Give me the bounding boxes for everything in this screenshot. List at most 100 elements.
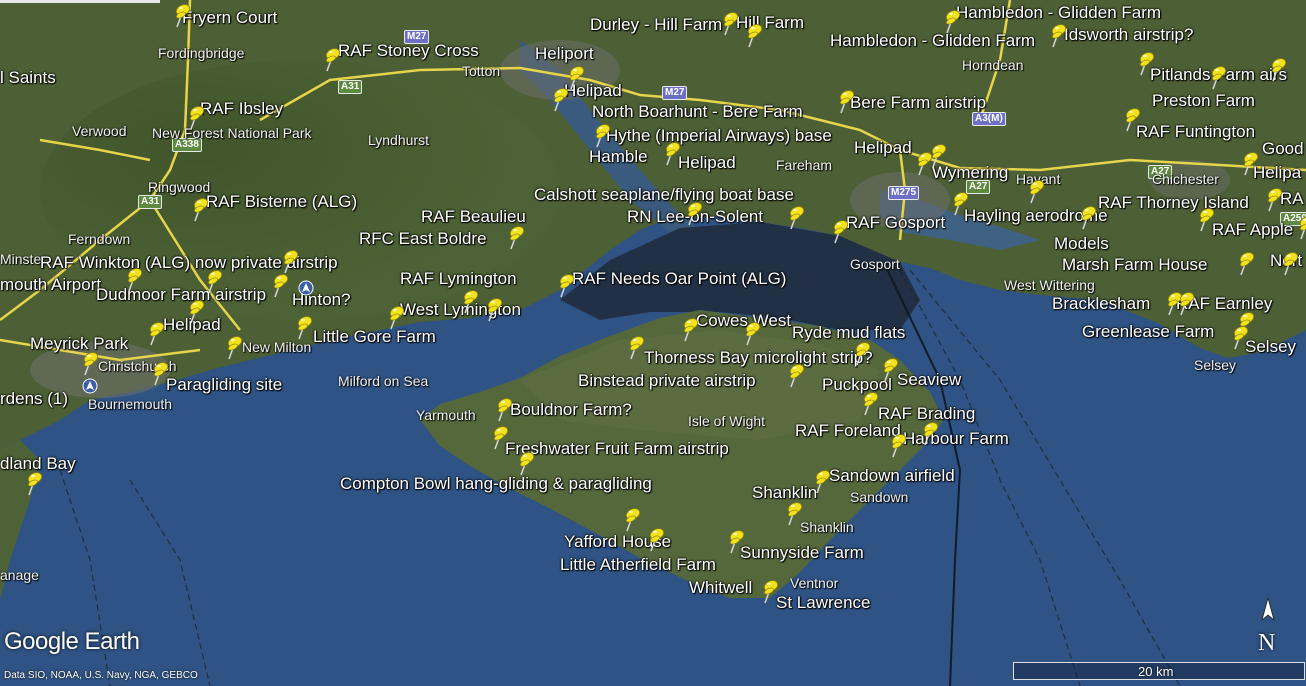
pushpin-icon[interactable] bbox=[506, 224, 528, 250]
placemark-label[interactable]: Good bbox=[1262, 140, 1304, 157]
pushpin-icon[interactable] bbox=[1136, 50, 1158, 76]
pushpin-icon[interactable] bbox=[484, 296, 506, 322]
placemark-label[interactable]: Durley - Hill Farm bbox=[590, 16, 722, 33]
pushpin-icon[interactable] bbox=[150, 360, 172, 386]
pushpin-icon[interactable] bbox=[1176, 290, 1198, 316]
pushpin-icon[interactable] bbox=[186, 104, 208, 130]
pushpin-icon[interactable] bbox=[322, 46, 344, 72]
placemark-label[interactable]: Calshott seaplane/flying boat base bbox=[534, 186, 794, 203]
pushpin-icon[interactable] bbox=[836, 88, 858, 114]
placemark-label[interactable]: Models bbox=[1054, 235, 1109, 252]
pushpin-icon[interactable] bbox=[460, 288, 482, 314]
placemark-label[interactable]: Idsworth airstrip? bbox=[1064, 26, 1193, 43]
placemark-label[interactable]: rdens (1) bbox=[0, 390, 68, 407]
placemark-label[interactable]: Marsh Farm House bbox=[1062, 256, 1207, 273]
placemark-label[interactable]: Preston Farm bbox=[1152, 92, 1255, 109]
pushpin-icon[interactable] bbox=[1280, 250, 1302, 276]
placemark-label[interactable]: RAF Beaulieu bbox=[421, 208, 526, 225]
pushpin-icon[interactable] bbox=[786, 204, 808, 230]
placemark-label[interactable]: Fryern Court bbox=[182, 9, 277, 26]
placemark-label[interactable]: RFC East Boldre bbox=[359, 230, 487, 247]
pushpin-icon[interactable] bbox=[556, 272, 578, 298]
pushpin-icon[interactable] bbox=[1230, 324, 1252, 350]
pushpin-icon[interactable] bbox=[490, 424, 512, 450]
pushpin-icon[interactable] bbox=[812, 468, 834, 494]
placemark-label[interactable]: Bracklesham bbox=[1052, 295, 1150, 312]
placemark-label[interactable]: Hambledon - Glidden Farm bbox=[956, 4, 1161, 21]
pushpin-icon[interactable] bbox=[742, 320, 764, 346]
placemark-label[interactable]: l Saints bbox=[0, 69, 56, 86]
placemark-label[interactable]: RAF Thorney Island bbox=[1098, 194, 1249, 211]
pushpin-icon[interactable] bbox=[888, 432, 910, 458]
pushpin-icon[interactable] bbox=[942, 8, 964, 34]
pushpin-icon[interactable] bbox=[880, 356, 902, 382]
placemark-label[interactable]: Ryde mud flats bbox=[792, 324, 905, 341]
pushpin-icon[interactable] bbox=[1078, 204, 1100, 230]
placemark-label[interactable]: RAF Funtington bbox=[1136, 123, 1255, 140]
placemark-label[interactable]: St Lawrence bbox=[776, 594, 871, 611]
placemark-label[interactable]: Little Atherfield Farm bbox=[560, 556, 716, 573]
placemark-label[interactable]: North Boarhunt - Bere Farm bbox=[592, 103, 803, 120]
pushpin-icon[interactable] bbox=[680, 316, 702, 342]
placemark-label[interactable]: Hambledon - Glidden Farm bbox=[830, 32, 1035, 49]
placemark-label[interactable]: Helipad bbox=[854, 139, 912, 156]
placemark-label[interactable]: RAF Gosport bbox=[846, 214, 945, 231]
pushpin-icon[interactable] bbox=[386, 304, 408, 330]
placemark-label[interactable]: Seaview bbox=[897, 371, 961, 388]
pushpin-icon[interactable] bbox=[1264, 186, 1286, 212]
placemark-label[interactable]: RAF Foreland bbox=[795, 422, 901, 439]
pushpin-icon[interactable] bbox=[626, 334, 648, 360]
pushpin-icon[interactable] bbox=[204, 268, 226, 294]
pushpin-icon[interactable] bbox=[1122, 106, 1144, 132]
pushpin-icon[interactable] bbox=[550, 86, 572, 112]
pushpin-icon[interactable] bbox=[852, 340, 874, 366]
pushpin-icon[interactable] bbox=[190, 196, 212, 222]
pushpin-icon[interactable] bbox=[950, 190, 972, 216]
placemark-label[interactable]: Greenlease Farm bbox=[1082, 323, 1214, 340]
pushpin-icon[interactable] bbox=[1196, 206, 1218, 232]
airport-icon[interactable] bbox=[298, 280, 314, 296]
pushpin-icon[interactable] bbox=[294, 314, 316, 340]
pushpin-icon[interactable] bbox=[516, 450, 538, 476]
pushpin-icon[interactable] bbox=[720, 10, 742, 36]
placemark-label[interactable]: Thorness Bay microlight strip? bbox=[644, 349, 873, 366]
pushpin-icon[interactable] bbox=[860, 390, 882, 416]
placemark-label[interactable]: RAF Lymington bbox=[400, 270, 517, 287]
placemark-label[interactable]: Heliport bbox=[535, 45, 594, 62]
pushpin-icon[interactable] bbox=[186, 298, 208, 324]
pushpin-icon[interactable] bbox=[622, 506, 644, 532]
placemark-label[interactable]: Compton Bowl hang-gliding & paragliding bbox=[340, 475, 652, 492]
pushpin-icon[interactable] bbox=[684, 200, 706, 226]
placemark-label[interactable]: Paragliding site bbox=[166, 376, 282, 393]
placemark-label[interactable]: Little Gore Farm bbox=[313, 328, 436, 345]
placemark-label[interactable]: Hythe (Imperial Airways) base bbox=[606, 127, 832, 144]
pushpin-icon[interactable] bbox=[786, 362, 808, 388]
pushpin-icon[interactable] bbox=[280, 248, 302, 274]
placemark-label[interactable]: Dudmoor Farm airstrip bbox=[96, 286, 266, 303]
placemark-label[interactable]: Freshwater Fruit Farm airstrip bbox=[505, 440, 729, 457]
pushpin-icon[interactable] bbox=[270, 272, 292, 298]
pushpin-icon[interactable] bbox=[646, 526, 668, 552]
placemark-label[interactable]: Sandown airfield bbox=[829, 467, 955, 484]
pushpin-icon[interactable] bbox=[830, 218, 852, 244]
pushpin-icon[interactable] bbox=[726, 528, 748, 554]
map-view[interactable]: M27 M27 M275 A3(M) A27 A27 A31 A31 A338 … bbox=[0, 0, 1306, 686]
placemark-label[interactable]: Whitwell bbox=[689, 579, 752, 596]
pushpin-icon[interactable] bbox=[1236, 250, 1258, 276]
placemark-label[interactable]: Bouldnor Farm? bbox=[510, 401, 632, 418]
pushpin-icon[interactable] bbox=[662, 140, 684, 166]
placemark-label[interactable]: Hamble bbox=[589, 148, 648, 165]
pushpin-icon[interactable] bbox=[1026, 178, 1048, 204]
placemark-label[interactable]: RAF Needs Oar Point (ALG) bbox=[572, 270, 786, 287]
placemark-label[interactable]: RAF Apple bbox=[1212, 221, 1293, 238]
pushpin-icon[interactable] bbox=[760, 578, 782, 604]
pushpin-icon[interactable] bbox=[592, 122, 614, 148]
pushpin-icon[interactable] bbox=[124, 266, 146, 292]
pushpin-icon[interactable] bbox=[1240, 150, 1262, 176]
placemark-label[interactable]: Sunnyside Farm bbox=[740, 544, 864, 561]
pushpin-icon[interactable] bbox=[784, 500, 806, 526]
pushpin-icon[interactable] bbox=[172, 2, 194, 28]
placemark-label[interactable]: RAF Bisterne (ALG) bbox=[206, 193, 357, 210]
pushpin-icon[interactable] bbox=[146, 320, 168, 346]
placemark-label[interactable]: mouth Airport bbox=[0, 276, 101, 293]
